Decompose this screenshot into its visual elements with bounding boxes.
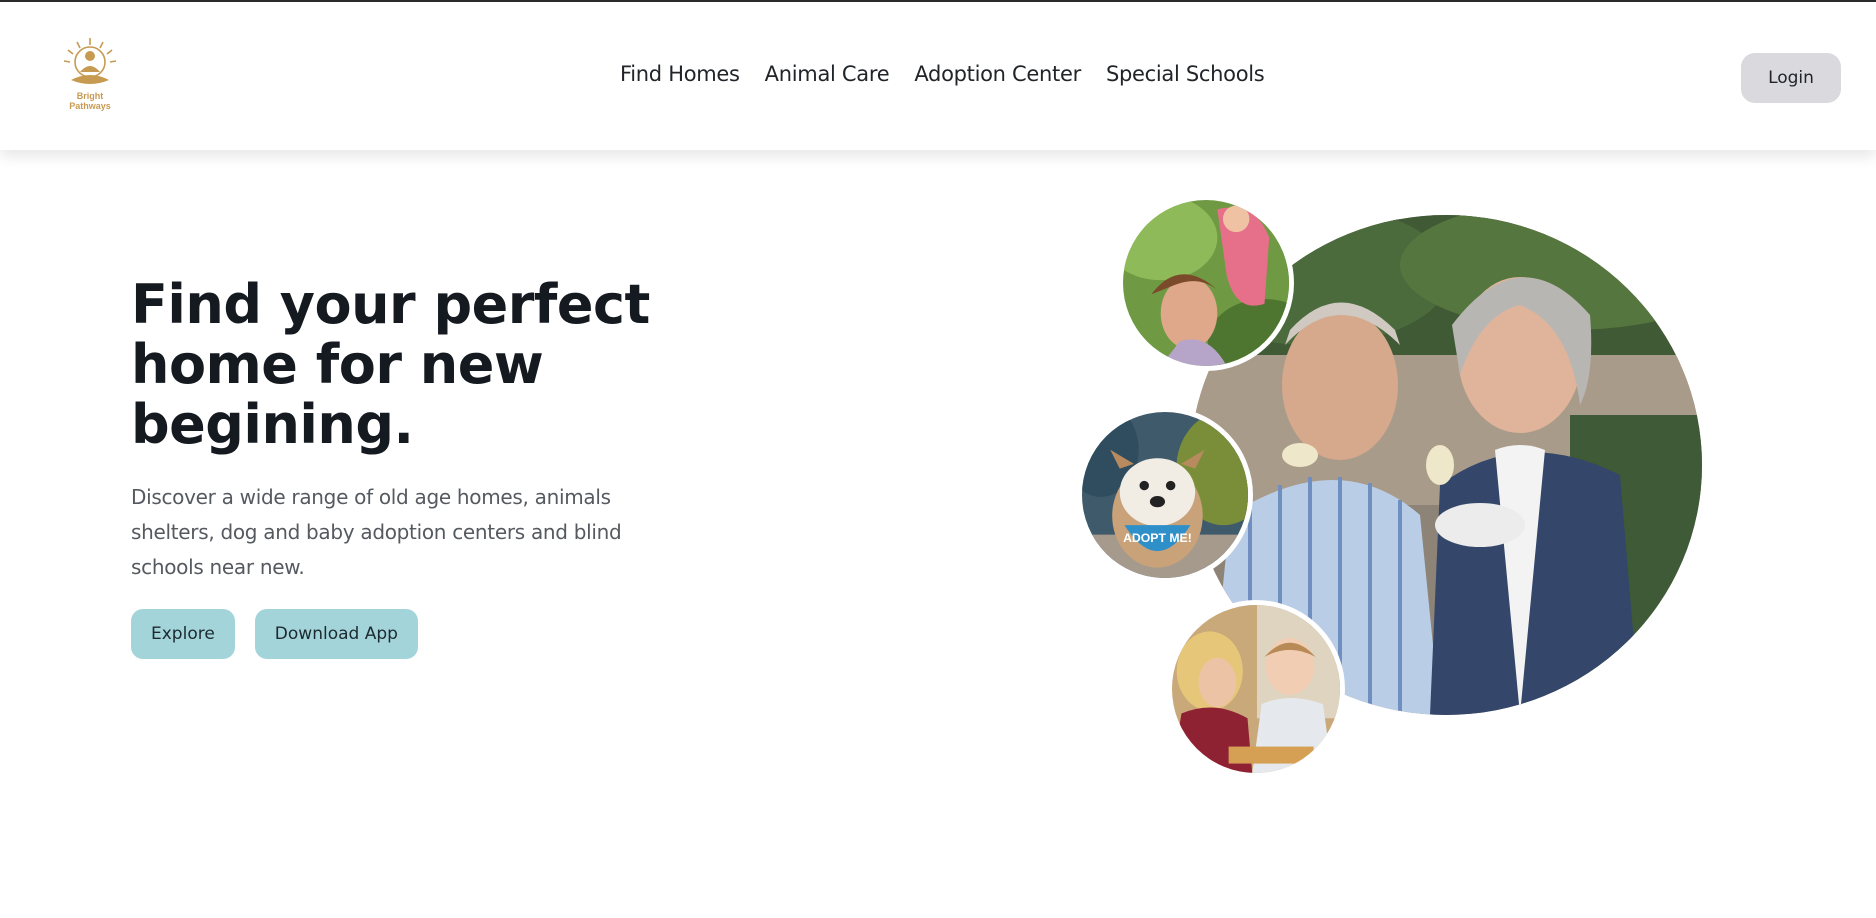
explore-button[interactable]: Explore — [131, 609, 235, 659]
nav-adoption-center[interactable]: Adoption Center — [914, 62, 1081, 92]
dog-bandana-text: ADOPT ME! — [1123, 531, 1192, 545]
logo-text: Bright Pathways — [69, 91, 111, 111]
mother-baby-photo — [1118, 195, 1294, 371]
navbar: Bright Pathways Find Homes Animal Care A… — [0, 2, 1876, 150]
nav-find-homes[interactable]: Find Homes — [620, 62, 740, 92]
nav-special-schools[interactable]: Special Schools — [1106, 62, 1265, 92]
children-classroom-photo — [1167, 600, 1345, 778]
hero-title: Find your perfect home for new begining. — [131, 273, 650, 456]
nav-animal-care[interactable]: Animal Care — [765, 62, 890, 92]
hero-section: Find your perfect home for new begining.… — [131, 275, 691, 585]
main-nav: Find Homes Animal Care Adoption Center S… — [620, 62, 1265, 92]
hero-actions: Explore Download App — [131, 609, 418, 659]
sun-logo-icon — [63, 38, 117, 84]
login-button[interactable]: Login — [1741, 53, 1841, 103]
photo-collage: ADOPT ME! — [1070, 195, 1720, 785]
brand-logo[interactable]: Bright Pathways — [55, 36, 125, 111]
download-app-button[interactable]: Download App — [254, 609, 418, 659]
adopt-me-dog-photo: ADOPT ME! — [1077, 407, 1253, 583]
hero-description: Discover a wide range of old age homes, … — [131, 485, 622, 579]
